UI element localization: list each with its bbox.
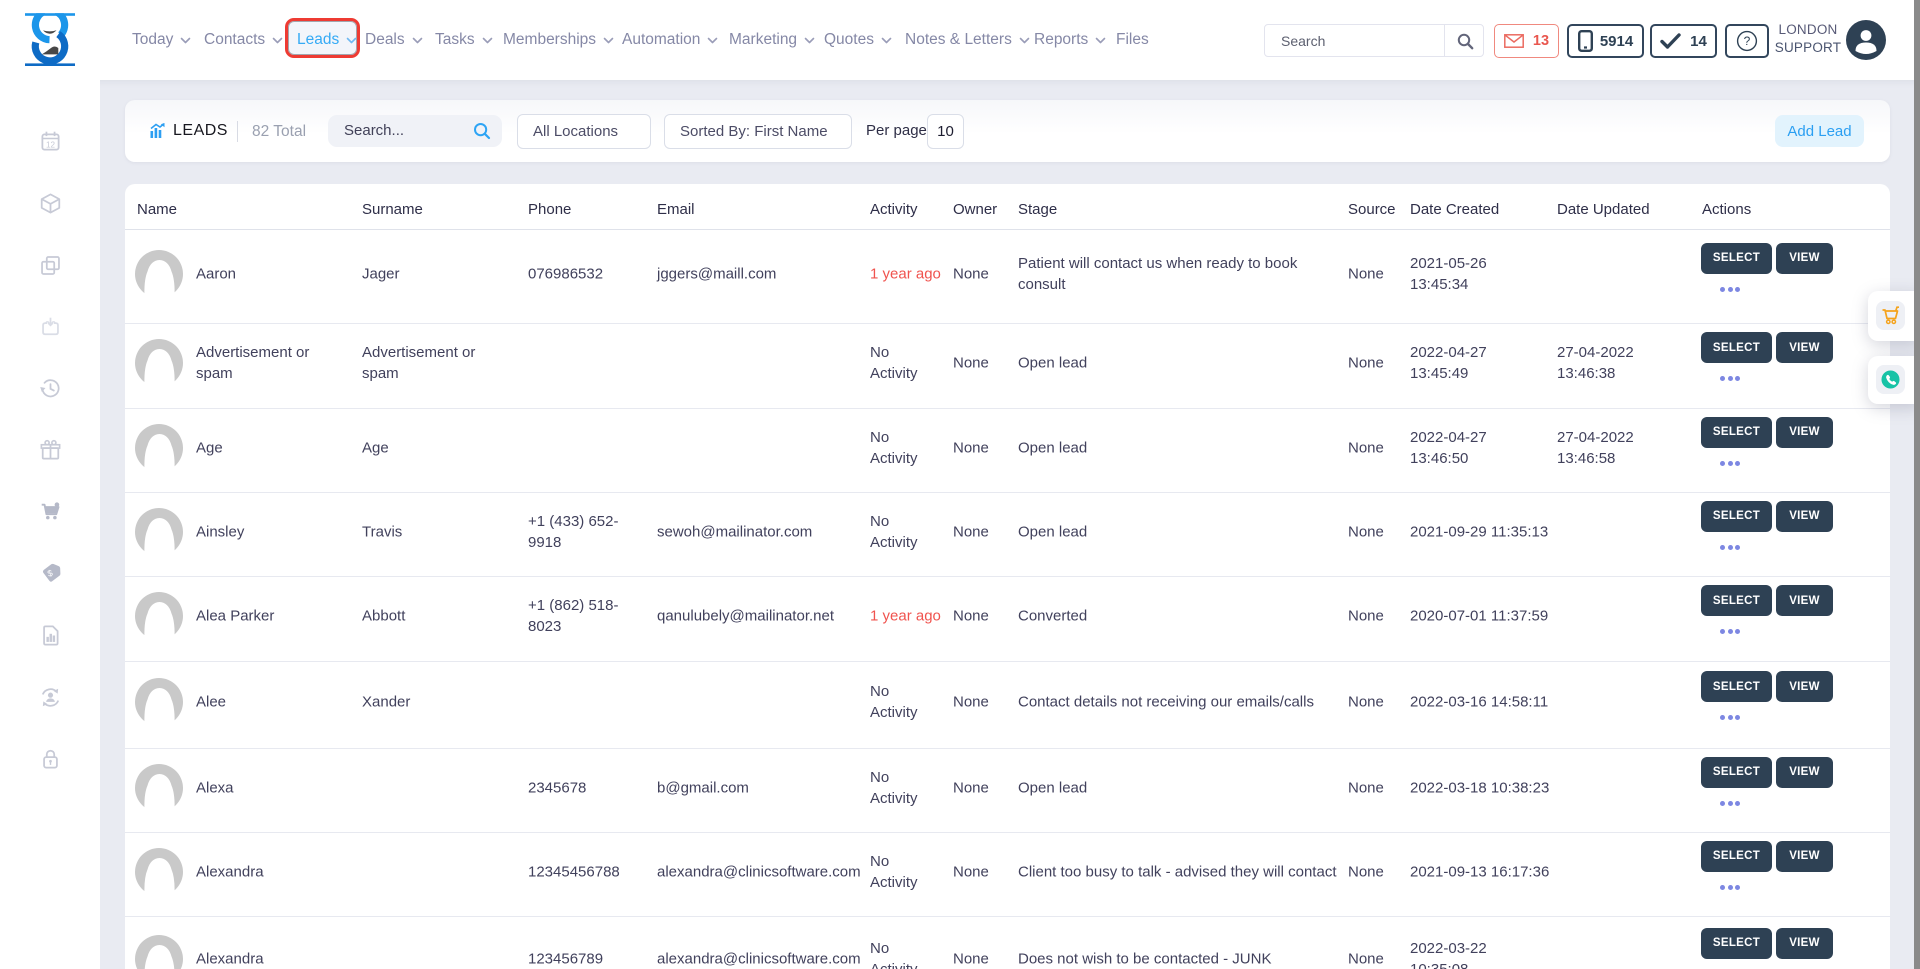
svg-text:12: 12 bbox=[46, 140, 56, 149]
svg-text:?: ? bbox=[1744, 34, 1751, 48]
